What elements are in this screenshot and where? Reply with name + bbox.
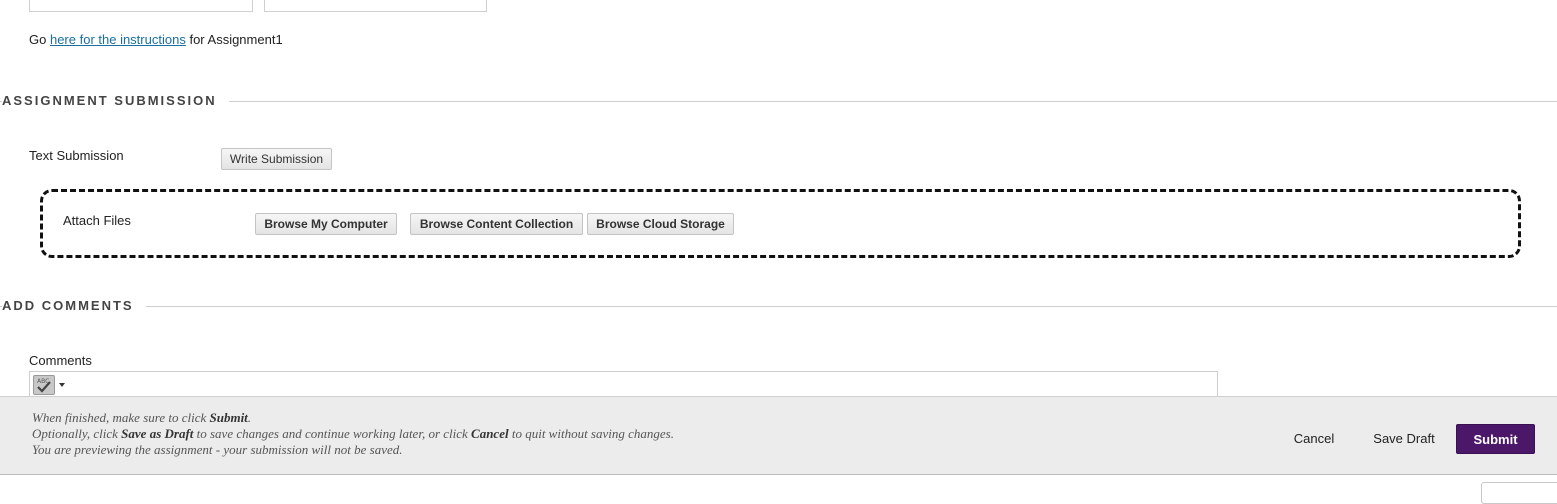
footer-message-2: Optionally, click Save as Draft to save … — [32, 426, 674, 442]
section-divider — [0, 306, 1557, 307]
browse-my-computer-button[interactable]: Browse My Computer — [255, 213, 397, 235]
attach-files-label: Attach Files — [63, 213, 131, 228]
section-title: ASSIGNMENT SUBMISSION — [2, 93, 229, 109]
spellcheck-icon[interactable]: ABC — [33, 375, 55, 395]
top-field-right[interactable] — [264, 0, 487, 12]
footer-bold-text: Cancel — [471, 426, 509, 441]
assignment-submission-header: ASSIGNMENT SUBMISSION — [0, 93, 1557, 109]
submission-footer: When finished, make sure to click Submit… — [0, 396, 1557, 475]
save-draft-button[interactable]: Save Draft — [1362, 424, 1446, 454]
comments-label: Comments — [29, 353, 92, 368]
chevron-down-icon[interactable] — [59, 383, 65, 387]
footer-message-3: You are previewing the assignment - your… — [32, 442, 403, 457]
footer-message-1: When finished, make sure to click Submit… — [32, 410, 251, 426]
write-submission-button[interactable]: Write Submission — [221, 148, 332, 170]
instructions-link[interactable]: here for the instructions — [50, 32, 186, 47]
section-title: ADD COMMENTS — [2, 298, 146, 314]
top-field-left[interactable] — [29, 0, 253, 12]
footer-text: When finished, make sure to click — [32, 410, 210, 425]
footer-text: to quit without saving changes. — [508, 426, 674, 441]
section-divider — [0, 101, 1557, 102]
footer-bold-text: Submit — [209, 410, 248, 425]
partial-control[interactable] — [1481, 482, 1557, 504]
instructions-suffix: for Assignment1 — [189, 32, 283, 47]
text-submission-label: Text Submission — [29, 148, 124, 163]
instructions-prefix: Go — [29, 32, 47, 47]
footer-text: . — [247, 410, 252, 425]
browse-content-collection-button[interactable]: Browse Content Collection — [410, 213, 583, 235]
submit-button[interactable]: Submit — [1456, 424, 1535, 454]
cancel-button[interactable]: Cancel — [1279, 424, 1349, 454]
add-comments-header: ADD COMMENTS — [0, 298, 1557, 314]
instructions-line: Go here for the instructions for Assignm… — [29, 32, 283, 47]
footer-bold-text: Save as Draft — [121, 426, 194, 441]
browse-cloud-storage-button[interactable]: Browse Cloud Storage — [587, 213, 734, 235]
footer-text: to save changes and continue working lat… — [193, 426, 472, 441]
footer-text: Optionally, click — [32, 426, 122, 441]
